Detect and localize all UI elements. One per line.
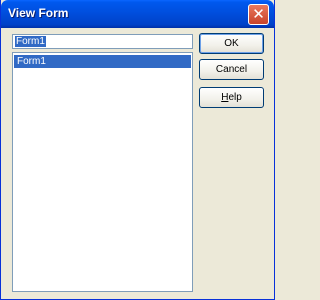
forms-list[interactable]: Form1 [12, 52, 193, 292]
title-bar[interactable]: View Form ✕ [1, 0, 274, 28]
close-icon: ✕ [252, 5, 265, 23]
close-button[interactable]: ✕ [248, 4, 269, 25]
cancel-button[interactable]: Cancel [199, 59, 264, 80]
help-label-rest: elp [228, 92, 242, 103]
view-form-dialog: View Form ✕ Form1 Form1 OK Cancel Help [0, 0, 275, 300]
form-name-value: Form1 [15, 36, 46, 47]
list-item-form1[interactable]: Form1 [14, 55, 191, 68]
dialog-body: Form1 Form1 OK Cancel Help [4, 28, 271, 296]
window-title: View Form [8, 6, 69, 20]
form-name-input[interactable]: Form1 [12, 34, 193, 49]
ok-button[interactable]: OK [199, 33, 264, 54]
help-button[interactable]: Help [199, 87, 264, 108]
